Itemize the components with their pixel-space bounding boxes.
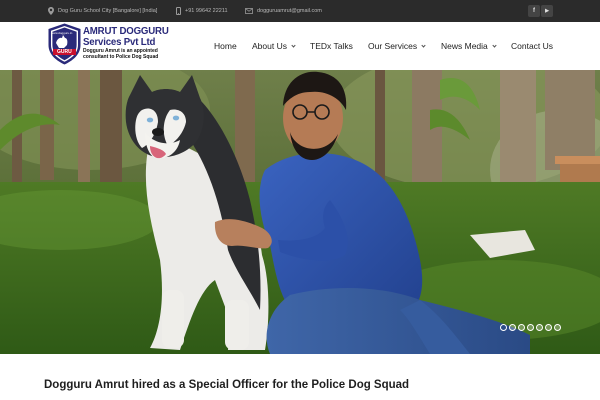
- facebook-icon[interactable]: f: [528, 5, 540, 17]
- nav-home-label: Home: [214, 41, 237, 51]
- chevron-down-icon: [492, 42, 497, 48]
- map-pin-icon: [48, 7, 54, 15]
- nav-home[interactable]: Home: [214, 22, 237, 70]
- chevron-down-icon: [421, 42, 426, 48]
- badge-word-text: GURU: [57, 49, 72, 55]
- nav-about-us-label: About Us: [252, 41, 287, 51]
- hero-slider[interactable]: [0, 70, 600, 354]
- logo-tagline: Dogguru Amrut is an appointed consultant…: [83, 48, 159, 60]
- slider-dot-6[interactable]: [545, 324, 552, 331]
- nav-our-services-label: Our Services: [368, 41, 418, 51]
- nav-our-services[interactable]: Our Services: [368, 22, 426, 70]
- slider-dot-2[interactable]: [509, 324, 516, 331]
- email-text[interactable]: dogguruamrut@gmail.com: [257, 8, 322, 14]
- nav-contact-us-label: Contact Us: [511, 41, 554, 51]
- post-title[interactable]: Dogguru Amrut hired as a Special Officer…: [44, 379, 409, 391]
- slider-pagination: [500, 324, 561, 332]
- envelope-icon: [245, 8, 253, 14]
- police-shield-logo-icon: [48, 23, 81, 65]
- slider-dot-1[interactable]: [500, 324, 507, 331]
- logo-badge[interactable]: www.dogguru.in GURU: [48, 23, 81, 65]
- site-header: www.dogguru.in GURU AMRUT DOGGURU Servic…: [0, 22, 600, 70]
- youtube-icon[interactable]: ▶: [541, 5, 553, 17]
- chevron-down-icon: [291, 42, 296, 48]
- top-info-bar: Dog Guru School City [Bangalore] [India]…: [0, 0, 600, 22]
- hero-slide-image: [0, 70, 600, 354]
- phone-info[interactable]: +91 99642 22211: [176, 0, 228, 22]
- slider-dot-7[interactable]: [554, 324, 561, 331]
- nav-contact-us[interactable]: Contact Us: [511, 22, 553, 70]
- slider-dot-4[interactable]: [527, 324, 534, 331]
- nav-news-media[interactable]: News Media: [441, 22, 497, 70]
- phone-icon: [176, 7, 181, 15]
- nav-about-us[interactable]: About Us: [252, 22, 296, 70]
- address-info: Dog Guru School City [Bangalore] [India]: [48, 0, 157, 22]
- nav-tedx-talks-label: TEDx Talks: [310, 41, 353, 51]
- phone-text[interactable]: +91 99642 22211: [185, 8, 228, 14]
- nav-tedx-talks[interactable]: TEDx Talks: [310, 22, 353, 70]
- email-info[interactable]: dogguruamrut@gmail.com: [245, 0, 322, 22]
- nav-news-media-label: News Media: [441, 41, 488, 51]
- logo-company-line2[interactable]: Services Pvt Ltd: [83, 36, 155, 48]
- badge-url-text: www.dogguru.in: [51, 31, 73, 35]
- slider-dot-5[interactable]: [536, 324, 543, 331]
- address-text: Dog Guru School City [Bangalore] [India]: [58, 8, 158, 14]
- slider-dot-3[interactable]: [518, 324, 525, 331]
